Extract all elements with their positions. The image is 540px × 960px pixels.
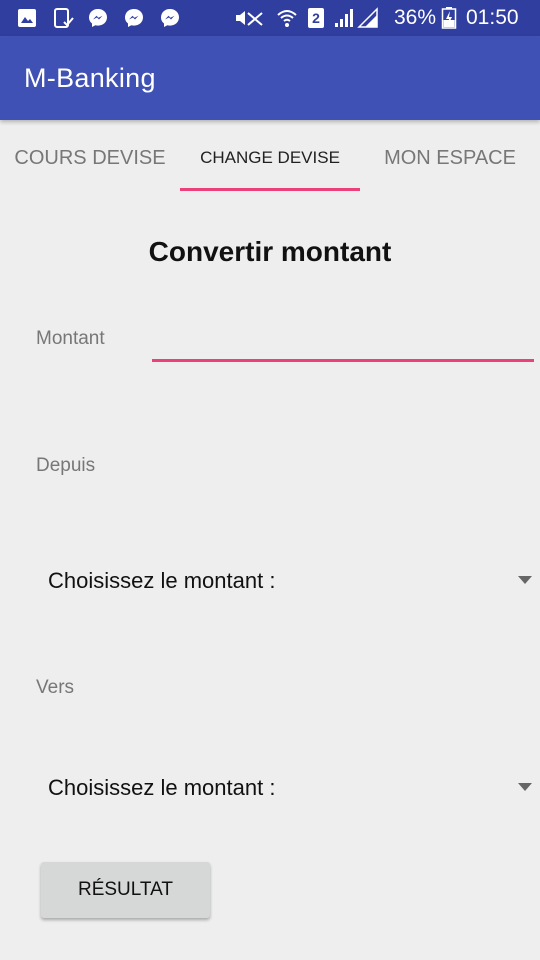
to-spinner-value: Choisissez le montant : xyxy=(48,775,276,800)
tab-mon-espace[interactable]: MON ESPACE xyxy=(360,120,540,196)
to-label: Vers xyxy=(36,677,75,698)
messenger-icon xyxy=(125,9,143,27)
form-title: Convertir montant xyxy=(148,236,392,267)
messenger-icon xyxy=(89,9,107,27)
app-bar: M-Banking xyxy=(0,36,540,120)
tab-cours-devise[interactable]: COURS DEVISE xyxy=(0,120,180,196)
tablet-check-icon xyxy=(54,8,74,28)
mute-icon xyxy=(236,11,263,26)
battery-percent: 36% xyxy=(394,6,437,29)
messenger-icon xyxy=(161,9,179,27)
sim-2-icon: 2 xyxy=(308,8,324,28)
dropdown-arrow-icon xyxy=(518,576,532,584)
status-bar: 2 36% 01:50 xyxy=(0,0,540,36)
app-title: M-Banking xyxy=(24,63,156,93)
tab-bar: COURS DEVISE CHANGE DEVISE MON ESPACE xyxy=(0,120,540,196)
wifi-icon xyxy=(277,10,297,27)
from-label: Depuis xyxy=(36,455,96,476)
amount-label: Montant xyxy=(36,328,105,349)
tab-change-devise[interactable]: CHANGE DEVISE xyxy=(180,120,360,196)
dropdown-arrow-icon xyxy=(518,783,532,791)
amount-input[interactable] xyxy=(152,326,534,362)
clock: 01:50 xyxy=(466,6,519,29)
from-spinner-value: Choisissez le montant : xyxy=(48,568,276,593)
battery-charging-icon xyxy=(441,7,457,29)
signal-icon xyxy=(357,7,378,28)
from-currency-spinner[interactable]: Choisissez le montant : xyxy=(36,556,540,606)
result-button[interactable]: RÉSULTAT xyxy=(41,862,210,918)
to-currency-spinner[interactable]: Choisissez le montant : xyxy=(36,763,540,813)
active-tab-indicator xyxy=(180,188,360,191)
svg-text:2: 2 xyxy=(312,10,320,26)
gallery-icon xyxy=(18,9,36,27)
signal-icon xyxy=(335,9,353,27)
